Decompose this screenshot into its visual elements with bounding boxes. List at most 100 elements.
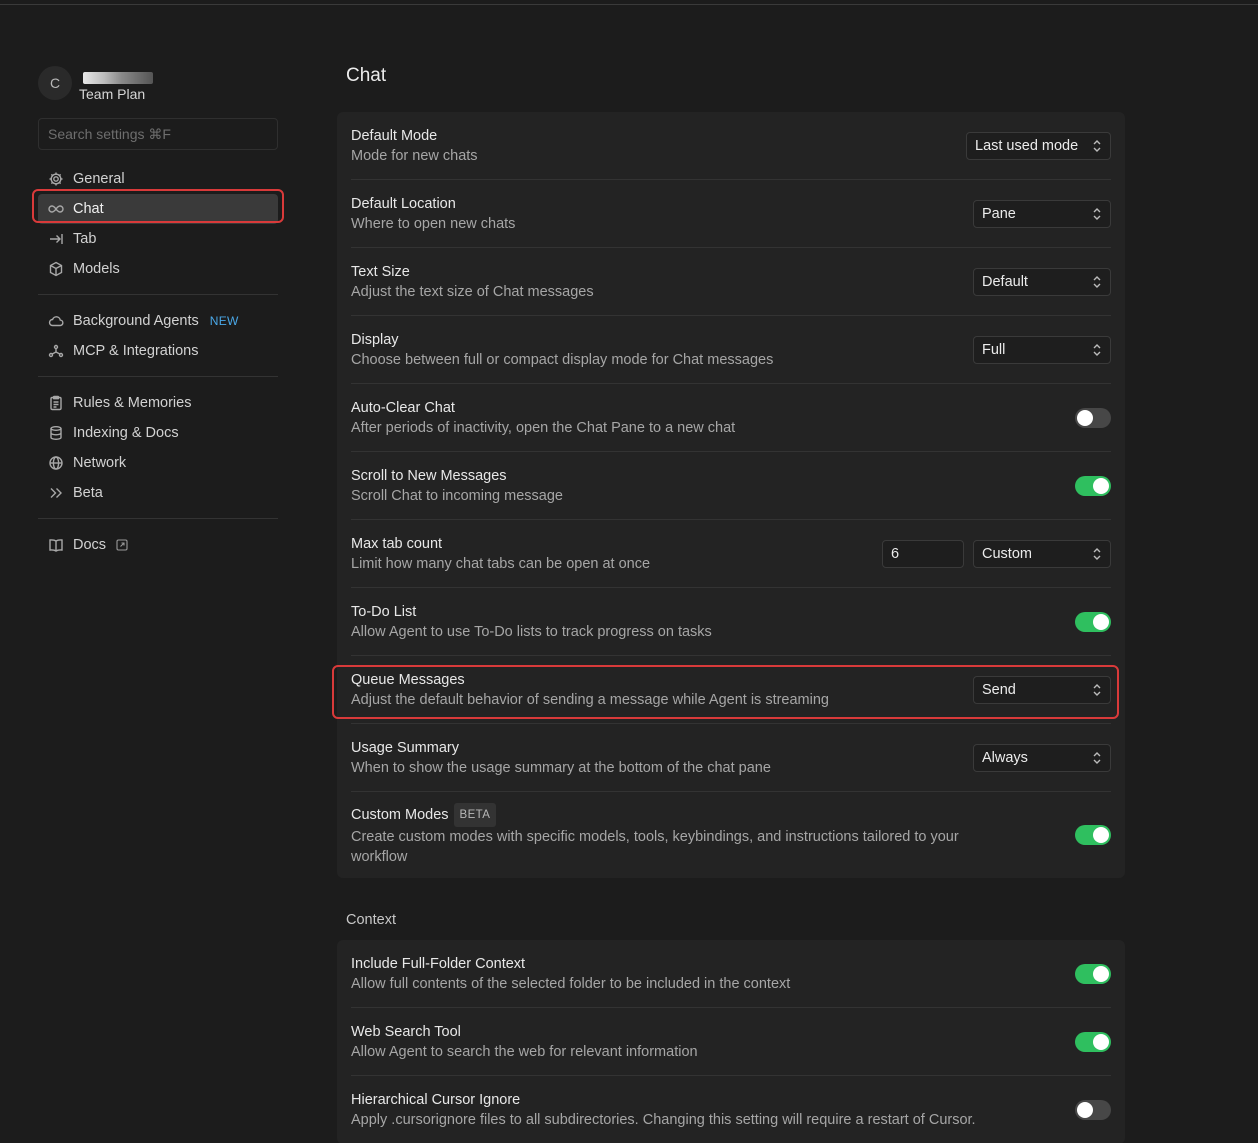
web-search-tool-toggle[interactable]	[1075, 1031, 1111, 1052]
default-mode-select[interactable]: Last used mode	[966, 131, 1111, 160]
usage-summary-select[interactable]: Always	[973, 743, 1111, 772]
max-tab-count-input[interactable]: 6	[882, 539, 964, 568]
tab-arrow-icon	[47, 230, 65, 248]
setting-title: Web Search Tool	[351, 1023, 461, 1040]
toggle-knob	[1077, 1102, 1093, 1118]
setting-title: To-Do List	[351, 603, 417, 620]
setting-description: Scroll Chat to incoming message	[351, 487, 563, 504]
select-value: Send	[982, 681, 1016, 698]
sidebar-item-docs[interactable]: Docs	[38, 530, 278, 560]
text-size-select[interactable]: Default	[973, 267, 1111, 296]
auto-clear-chat-toggle[interactable]	[1075, 407, 1111, 428]
sidebar-item-label: MCP & Integrations	[73, 343, 199, 359]
sidebar-item-label: Chat	[73, 201, 104, 217]
setting-description: Create custom modes with specific models…	[351, 829, 959, 865]
setting-title: Max tab count	[351, 535, 443, 552]
toggle-knob	[1093, 827, 1109, 843]
sidebar-item-label: Rules & Memories	[73, 395, 192, 411]
sidebar-item-background-agents[interactable]: Background Agents NEW	[38, 306, 278, 336]
setting-row-default-location: Default Location Where to open new chats…	[351, 180, 1111, 248]
toggle-knob	[1093, 965, 1109, 982]
chevron-up-down-icon	[1092, 343, 1102, 357]
setting-row-hierarchical-cursor-ignore: Hierarchical Cursor Ignore Apply .cursor…	[351, 1076, 1111, 1143]
setting-title: Default Location	[351, 195, 456, 212]
redacted-username	[83, 72, 153, 84]
custom-modes-toggle[interactable]	[1075, 825, 1111, 845]
select-value: Pane	[982, 205, 1016, 222]
sidebar-divider	[38, 518, 278, 519]
beta-badge: BETA	[453, 803, 497, 827]
sidebar-item-beta[interactable]: Beta	[38, 478, 278, 508]
toggle-knob	[1093, 1033, 1109, 1050]
chevron-up-down-icon	[1092, 751, 1102, 765]
setting-row-display: Display Choose between full or compact d…	[351, 316, 1111, 384]
setting-row-custom-modes: Custom Modes BETA Create custom modes wi…	[351, 792, 1111, 878]
select-value: Default	[982, 273, 1028, 290]
window-top-border	[0, 4, 1258, 5]
sidebar-item-label: Models	[73, 261, 120, 277]
search-input[interactable]: Search settings ⌘F	[38, 118, 278, 150]
queue-messages-select[interactable]: Send	[973, 675, 1111, 704]
sidebar-item-network[interactable]: Network	[38, 448, 278, 478]
setting-row-max-tab-count: Max tab count Limit how many chat tabs c…	[351, 520, 1111, 588]
max-tab-count-select[interactable]: Custom	[973, 539, 1111, 568]
infinity-icon	[47, 200, 65, 218]
sidebar-item-models[interactable]: Models	[38, 254, 278, 284]
avatar[interactable]: C	[38, 66, 72, 100]
setting-description: Allow Agent to search the web for releva…	[351, 1043, 698, 1060]
sidebar-item-tab[interactable]: Tab	[38, 224, 278, 254]
double-chevron-icon	[47, 484, 65, 502]
include-full-folder-context-toggle[interactable]	[1075, 963, 1111, 984]
scroll-to-new-messages-toggle[interactable]	[1075, 475, 1111, 496]
hierarchical-cursor-ignore-toggle[interactable]	[1075, 1100, 1111, 1120]
sidebar-item-label: Tab	[73, 231, 97, 247]
setting-row-scroll-to-new-messages: Scroll to New Messages Scroll Chat to in…	[351, 452, 1111, 520]
clipboard-icon	[47, 394, 65, 412]
sidebar-item-chat[interactable]: Chat	[38, 194, 278, 224]
database-icon	[47, 424, 65, 442]
sidebar-divider	[38, 376, 278, 377]
nav-group-docs: Docs	[38, 530, 280, 560]
setting-title: Usage Summary	[351, 739, 459, 756]
new-badge: NEW	[209, 314, 239, 328]
sidebar-item-mcp-integrations[interactable]: MCP & Integrations	[38, 336, 278, 366]
setting-row-default-mode: Default Mode Mode for new chats Last use…	[351, 112, 1111, 180]
plan-label: Team Plan	[79, 86, 146, 102]
setting-title: Text Size	[351, 263, 410, 280]
sidebar-item-general[interactable]: General	[38, 164, 278, 194]
setting-description: Apply .cursorignore files to all subdire…	[351, 1112, 976, 1128]
cloud-icon	[47, 312, 65, 330]
default-location-select[interactable]: Pane	[973, 199, 1111, 228]
setting-title: Include Full-Folder Context	[351, 955, 526, 972]
setting-description: Where to open new chats	[351, 215, 516, 232]
context-section-title: Context	[346, 912, 396, 928]
select-value: Always	[982, 749, 1028, 766]
setting-title: Auto-Clear Chat	[351, 399, 455, 416]
chat-settings-card: Default Mode Mode for new chats Last use…	[337, 112, 1125, 878]
chevron-up-down-icon	[1092, 207, 1102, 221]
setting-title: Scroll to New Messages	[351, 467, 507, 484]
sidebar-item-rules-memories[interactable]: Rules & Memories	[38, 388, 278, 418]
todo-list-toggle[interactable]	[1075, 611, 1111, 632]
chevron-up-down-icon	[1092, 275, 1102, 289]
setting-row-queue-messages: Queue Messages Adjust the default behavi…	[351, 656, 1111, 724]
chevron-up-down-icon	[1092, 547, 1102, 561]
context-settings-card: Include Full-Folder Context Allow full c…	[337, 940, 1125, 1143]
setting-row-auto-clear-chat: Auto-Clear Chat After periods of inactiv…	[351, 384, 1111, 452]
cube-icon	[47, 260, 65, 278]
setting-description: Allow Agent to use To-Do lists to track …	[351, 623, 712, 640]
nav-group-main: General Chat Tab Models	[38, 164, 280, 284]
toggle-knob	[1093, 477, 1109, 494]
sidebar-item-label: Beta	[73, 485, 103, 501]
setting-title: Hierarchical Cursor Ignore	[351, 1092, 521, 1108]
setting-description: Allow full contents of the selected fold…	[351, 975, 791, 992]
setting-description: Choose between full or compact display m…	[351, 351, 774, 368]
setting-row-include-full-folder-context: Include Full-Folder Context Allow full c…	[351, 940, 1111, 1008]
setting-row-text-size: Text Size Adjust the text size of Chat m…	[351, 248, 1111, 316]
chevron-up-down-icon	[1092, 683, 1102, 697]
display-select[interactable]: Full	[973, 335, 1111, 364]
setting-row-todo-list: To-Do List Allow Agent to use To-Do list…	[351, 588, 1111, 656]
select-value: Custom	[982, 545, 1032, 562]
sidebar-item-label: General	[73, 171, 125, 187]
sidebar-item-indexing-docs[interactable]: Indexing & Docs	[38, 418, 278, 448]
